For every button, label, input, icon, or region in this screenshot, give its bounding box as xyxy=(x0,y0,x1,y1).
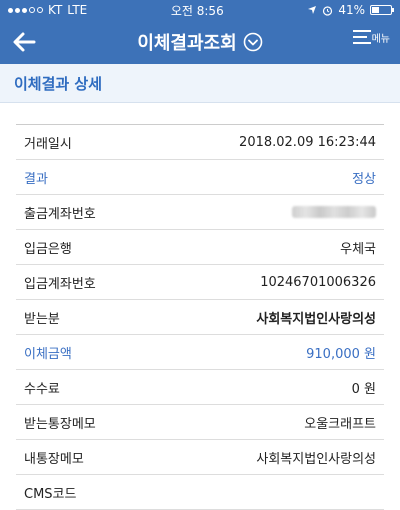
row-value: 0 원 xyxy=(351,381,376,397)
hamburger-icon xyxy=(352,30,371,44)
table-row: 결과 정상 xyxy=(16,160,384,195)
row-value: 사회복지법인사랑의성 xyxy=(256,451,376,467)
section-title: 이체결과 상세 xyxy=(0,64,400,103)
signal-icon xyxy=(8,7,43,13)
row-label: 결과 xyxy=(24,171,48,187)
back-arrow-icon[interactable] xyxy=(10,28,38,56)
row-value: 우체국 xyxy=(340,241,376,257)
location-icon xyxy=(308,6,317,14)
table-row: 입금계좌번호 10246701006326 xyxy=(16,265,384,300)
page-title: 이체결과조회 xyxy=(137,33,237,54)
table-row: 출금계좌번호 xyxy=(16,195,384,230)
battery-icon xyxy=(370,5,394,15)
menu-label: 메뉴 xyxy=(371,34,390,45)
app-header: 이체결과조회 메뉴 xyxy=(0,20,400,64)
row-label: 받는통장메모 xyxy=(24,416,96,432)
table-row: 내통장메모 사회복지법인사랑의성 xyxy=(16,440,384,475)
row-value: 910,000 원 xyxy=(306,346,376,362)
status-left: KT LTE xyxy=(8,3,87,17)
row-label: 입금계좌번호 xyxy=(24,276,96,292)
status-time: 오전 8:56 xyxy=(170,3,224,18)
table-row: 이체금액 910,000 원 xyxy=(16,335,384,370)
spacer xyxy=(0,103,400,124)
row-label: 입금은행 xyxy=(24,241,72,257)
status-bar: KT LTE 오전 8:56 41% xyxy=(0,0,400,20)
row-label: 거래일시 xyxy=(24,136,72,152)
row-label: 내통장메모 xyxy=(24,451,84,467)
row-label: 받는분 xyxy=(24,311,60,327)
masked-account-number xyxy=(292,206,376,218)
network-label: LTE xyxy=(67,3,88,17)
row-label: 이체금액 xyxy=(24,346,72,362)
row-value: 2018.02.09 16:23:44 xyxy=(239,134,376,150)
row-value: 정상 xyxy=(352,171,376,187)
row-label: 출금계좌번호 xyxy=(24,206,96,222)
chevron-down-icon xyxy=(243,32,262,52)
battery-percent: 41% xyxy=(338,3,365,17)
alarm-icon xyxy=(323,5,333,16)
carrier-label: KT xyxy=(48,3,63,17)
title-dropdown[interactable]: 이체결과조회 xyxy=(137,29,262,55)
row-value: 오울크래프트 xyxy=(304,416,376,432)
table-row: CMS코드 xyxy=(16,475,384,510)
table-row: 거래일시 2018.02.09 16:23:44 xyxy=(16,125,384,160)
detail-table: 거래일시 2018.02.09 16:23:44 결과 정상 출금계좌번호 입금… xyxy=(16,124,384,510)
status-right: 41% xyxy=(307,3,394,17)
table-row: 받는분 사회복지법인사랑의성 xyxy=(16,300,384,335)
row-value: 사회복지법인사랑의성 xyxy=(256,311,376,327)
table-row: 받는통장메모 오울크래프트 xyxy=(16,405,384,440)
row-label: 수수료 xyxy=(24,381,60,397)
row-value: 10246701006326 xyxy=(260,274,376,290)
table-row: 입금은행 우체국 xyxy=(16,230,384,265)
menu-button[interactable]: 메뉴 xyxy=(352,29,390,45)
table-row: 수수료 0 원 xyxy=(16,370,384,405)
